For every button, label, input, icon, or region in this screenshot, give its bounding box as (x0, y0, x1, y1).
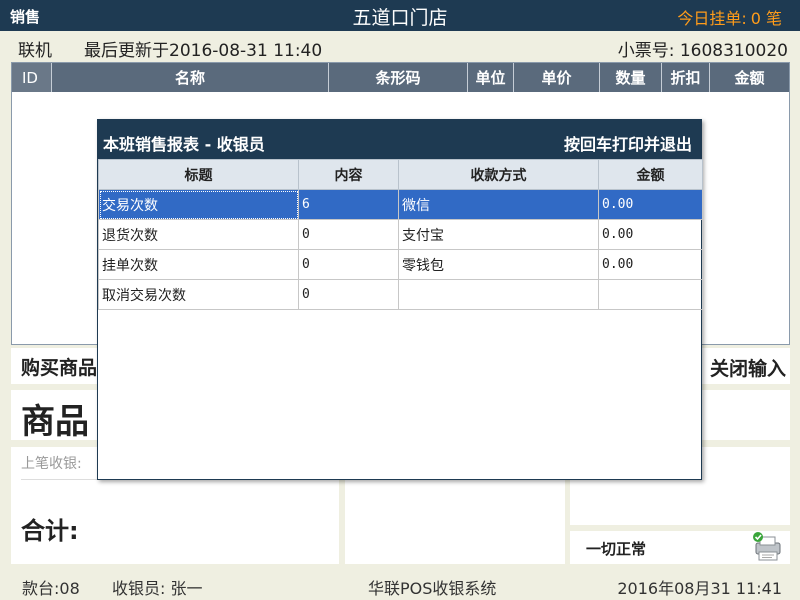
col-content: 内容 (298, 159, 399, 190)
col-unit: 单位 (468, 63, 514, 92)
cell-content: 0 (298, 219, 399, 250)
total-label: 合计: (21, 517, 79, 545)
col-payment-method: 收款方式 (398, 159, 599, 190)
cell-content: 0 (298, 279, 399, 310)
cell-payment-method: 支付宝 (398, 219, 599, 250)
print-exit-hint: 按回车打印并退出 (563, 135, 692, 154)
cell-payment-method (398, 279, 599, 310)
col-amount: 金额 (598, 159, 703, 190)
col-amount: 金额 (734, 69, 765, 87)
cell-content: 0 (298, 249, 399, 280)
table-row[interactable]: 挂单次数 0 零钱包 0.00 (98, 249, 703, 280)
cell-amount: 0.00 (598, 249, 703, 280)
cell-payment-method: 微信 (398, 189, 599, 220)
col-title: 标题 (98, 159, 299, 190)
cashier-name: 收银员: 张一 (112, 579, 203, 598)
system-status-panel: 一切正常 (570, 531, 790, 564)
sales-table-header: ID 名称 条形码 单位 单价 数量 折扣 金额 (12, 63, 789, 92)
report-table[interactable]: 标题 内容 收款方式 金额 交易次数 6 微信 0.00 退货次数 0 支付宝 … (98, 159, 703, 310)
terminal-number: 款台:08 (22, 579, 80, 598)
buy-item-label: 购买商品 (21, 357, 98, 379)
cell-amount: 0.00 (598, 219, 703, 250)
title-bar: 销售 五道口门店 今日挂单: 0 笔 (0, 0, 800, 31)
receipt-number: 小票号: 1608310020 (617, 41, 788, 61)
col-name: 名称 (52, 63, 329, 92)
cell-content: 6 (298, 189, 399, 220)
col-id: ID (12, 63, 52, 92)
col-qty: 数量 (600, 63, 662, 92)
held-orders-indicator[interactable]: 今日挂单: 0 笔 (677, 5, 782, 29)
printer-status-icon (750, 531, 784, 563)
cell-title: 退货次数 (98, 219, 299, 250)
held-orders-count: 0 笔 (750, 9, 782, 28)
last-checkout-label: 上笔收银: (21, 456, 82, 472)
col-barcode: 条形码 (329, 63, 468, 92)
col-price: 单价 (514, 63, 600, 92)
cell-payment-method: 零钱包 (398, 249, 599, 280)
last-update-time: 最后更新于2016-08-31 11:40 (84, 41, 323, 61)
dialog-title-bar: 本班销售报表 - 收银员 按回车打印并退出 (98, 120, 701, 159)
close-input-button[interactable]: 关闭输入 (710, 354, 786, 381)
dialog-title: 本班销售报表 - 收银员 (103, 135, 265, 154)
system-name: 华联POS收银系统 (368, 579, 497, 598)
status-bar: 款台:08 收银员: 张一 华联POS收银系统 2016年08月31 11:41 (0, 568, 800, 600)
col-discount: 折扣 (662, 63, 710, 92)
cell-title: 挂单次数 (98, 249, 299, 280)
cell-title: 交易次数 (98, 189, 299, 220)
cell-title: 取消交易次数 (98, 279, 299, 310)
cell-amount (598, 279, 703, 310)
held-orders-label: 今日挂单: (677, 9, 747, 28)
report-table-header: 标题 内容 收款方式 金额 (98, 159, 703, 190)
system-status-text: 一切正常 (586, 540, 647, 558)
info-row: 联机 最后更新于2016-08-31 11:40 小票号: 1608310020 (0, 31, 800, 62)
shift-sales-report-dialog[interactable]: 本班销售报表 - 收银员 按回车打印并退出 标题 内容 收款方式 金额 交易次数… (97, 119, 703, 480)
table-row[interactable]: 退货次数 0 支付宝 0.00 (98, 219, 703, 250)
connection-status: 联机 (18, 41, 52, 61)
current-datetime: 2016年08月31 11:41 (617, 579, 782, 598)
cell-amount: 0.00 (598, 189, 703, 220)
table-row[interactable]: 取消交易次数 0 (98, 279, 703, 310)
table-row[interactable]: 交易次数 6 微信 0.00 (98, 189, 703, 220)
item-display-label: 商品 (21, 402, 89, 442)
